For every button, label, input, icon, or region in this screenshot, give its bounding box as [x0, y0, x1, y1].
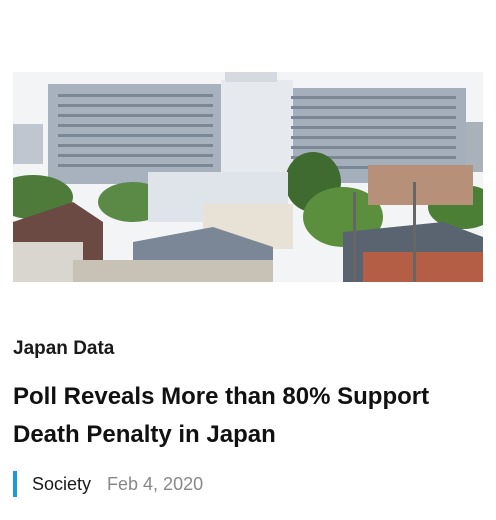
article-hero-image[interactable] — [13, 72, 483, 282]
article-headline[interactable]: Poll Reveals More than 80% Support Death… — [13, 378, 483, 454]
category-link[interactable]: Society — [32, 474, 91, 495]
publish-date: Feb 4, 2020 — [107, 473, 204, 494]
section-label[interactable]: Japan Data — [13, 338, 114, 360]
hero-photo — [13, 72, 483, 282]
article-meta: Society Feb 4, 2020 — [13, 470, 203, 498]
accent-bar — [13, 471, 17, 497]
